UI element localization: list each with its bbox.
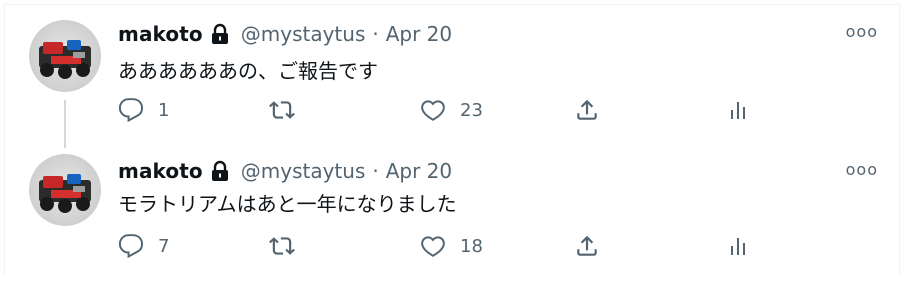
tweet[interactable]: makoto @mystaytus · Apr 20 ooo モラトリアムはあと… (0, 142, 904, 275)
tweet-text: ああああああの、ご報告です (118, 59, 378, 83)
stats-button[interactable] (726, 96, 750, 124)
separator: · (372, 159, 379, 183)
author-handle[interactable]: @mystaytus (241, 22, 366, 46)
stats-icon (726, 97, 750, 123)
reply-count: 7 (158, 235, 170, 257)
like-count: 18 (460, 235, 483, 257)
avatar[interactable] (29, 154, 101, 226)
stats-button[interactable] (726, 232, 750, 260)
separator: · (372, 22, 379, 46)
reply-icon (118, 233, 144, 259)
author-handle[interactable]: @mystaytus (241, 159, 366, 183)
stats-icon (726, 233, 750, 259)
retweet-button[interactable] (268, 96, 310, 124)
tweet-header: makoto @mystaytus · Apr 20 (118, 22, 452, 46)
like-button[interactable]: 18 (420, 232, 483, 260)
tweet[interactable]: makoto @mystaytus · Apr 20 ooo ああああああの、ご… (0, 0, 904, 142)
share-icon (574, 97, 600, 123)
more-icon[interactable]: ooo (846, 22, 878, 41)
heart-icon (420, 97, 446, 123)
tweet-actions: 1 23 (118, 96, 758, 124)
tweet-actions: 7 18 (118, 232, 758, 260)
lock-icon (209, 160, 231, 182)
tweet-date[interactable]: Apr 20 (386, 22, 452, 46)
author-name[interactable]: makoto (118, 22, 203, 46)
like-button[interactable]: 23 (420, 96, 483, 124)
reply-icon (118, 97, 144, 123)
lock-icon (209, 23, 231, 45)
retweet-button[interactable] (268, 232, 310, 260)
reply-button[interactable]: 1 (118, 96, 169, 124)
reply-count: 1 (158, 99, 170, 121)
like-count: 23 (460, 99, 483, 121)
tweet-text: モラトリアムはあと一年になりました (118, 192, 457, 216)
author-name[interactable]: makoto (118, 159, 203, 183)
tweet-header: makoto @mystaytus · Apr 20 (118, 159, 452, 183)
retweet-icon (268, 233, 296, 259)
share-icon (574, 233, 600, 259)
more-icon[interactable]: ooo (846, 160, 878, 179)
share-button[interactable] (574, 232, 600, 260)
share-button[interactable] (574, 96, 600, 124)
heart-icon (420, 233, 446, 259)
reply-button[interactable]: 7 (118, 232, 169, 260)
retweet-icon (268, 97, 296, 123)
tweet-date[interactable]: Apr 20 (386, 159, 452, 183)
avatar[interactable] (29, 20, 101, 92)
